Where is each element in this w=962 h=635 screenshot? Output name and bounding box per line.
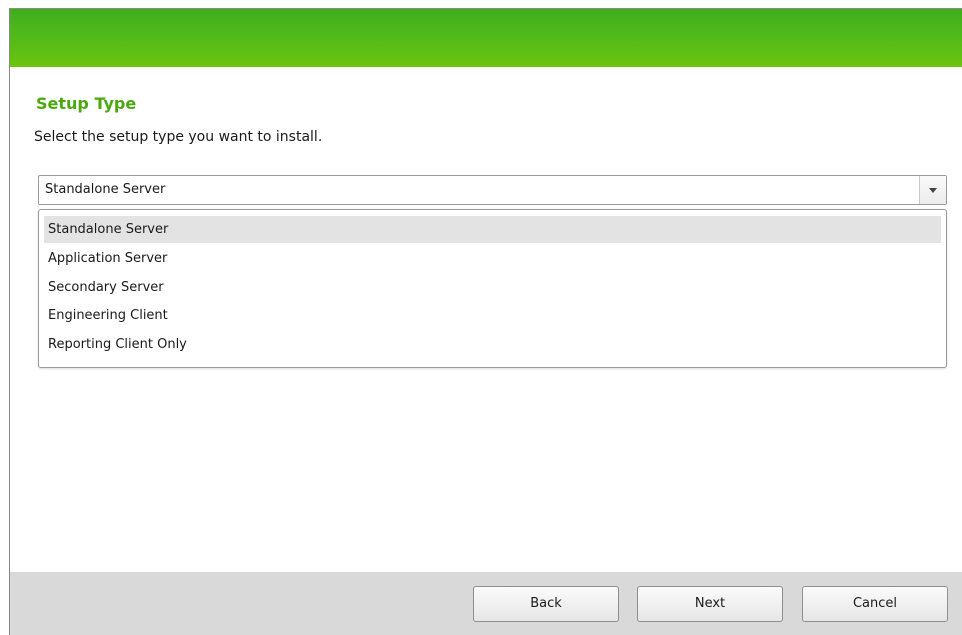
page-subtitle: Select the setup type you want to instal… [34,129,323,145]
setup-type-combobox[interactable]: Standalone Server [38,175,947,205]
option-engineering-client[interactable]: Engineering Client [44,302,941,329]
setup-type-selected-value: Standalone Server [45,182,166,197]
setup-type-dropdown-list: Standalone Server Application Server Sec… [38,209,947,368]
next-button[interactable]: Next [637,586,783,622]
option-application-server[interactable]: Application Server [44,245,941,272]
installer-window: Setup Type Select the setup type you wan… [9,8,962,635]
page-title: Setup Type [36,94,137,113]
option-secondary-server[interactable]: Secondary Server [44,274,941,301]
header-banner [10,9,962,67]
option-reporting-client-only[interactable]: Reporting Client Only [44,331,941,358]
option-standalone-server[interactable]: Standalone Server [44,216,941,243]
chevron-down-icon[interactable] [919,176,946,204]
back-button[interactable]: Back [473,586,619,622]
cancel-button[interactable]: Cancel [802,586,948,622]
button-bar: Back Next Cancel [10,572,962,635]
